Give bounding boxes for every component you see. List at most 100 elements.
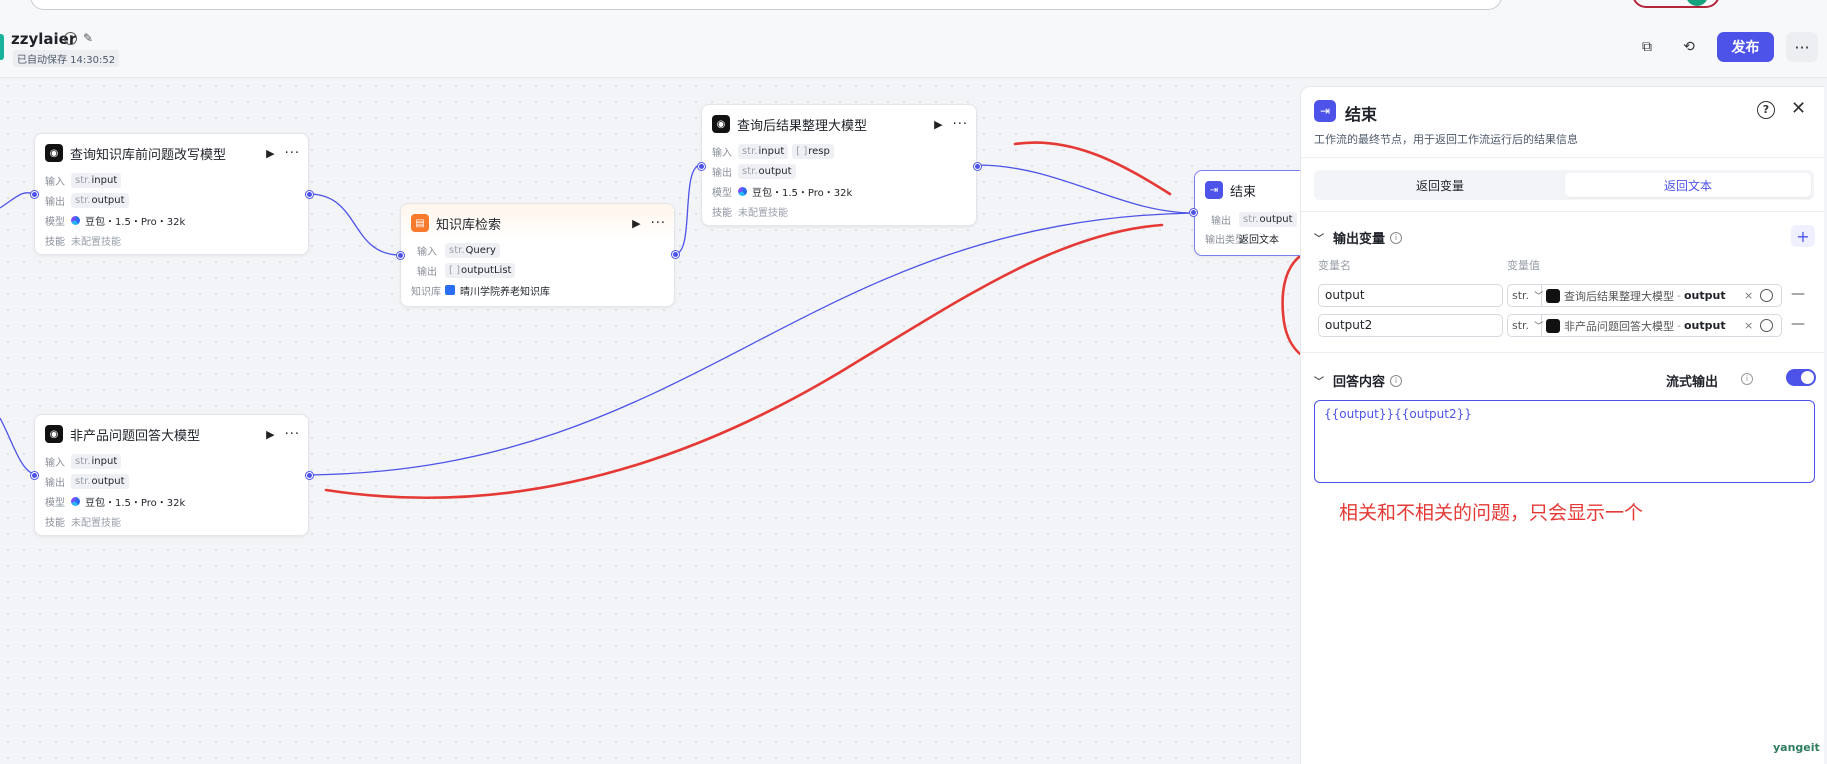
input-port[interactable] <box>698 163 705 170</box>
output-port[interactable] <box>306 191 313 198</box>
ref-separator: - <box>1677 319 1681 332</box>
kb-value: 晴川学院养老知识库 <box>460 286 550 298</box>
tab-return-variable[interactable]: 返回变量 <box>1317 173 1563 197</box>
more-icon[interactable]: ··· <box>953 117 968 132</box>
chevron-down-icon[interactable]: ﹀ <box>1314 230 1324 245</box>
output-tag: str.output <box>71 192 129 208</box>
section-title: 输出变量 <box>1333 232 1386 247</box>
end-node-icon: ⇥ <box>1314 100 1336 122</box>
panel-title: 结束 <box>1345 105 1378 124</box>
clear-icon[interactable]: × <box>1744 319 1753 332</box>
answer-content-header[interactable]: ﹀ 回答内容 i <box>1314 371 1403 390</box>
output-port[interactable] <box>306 472 313 479</box>
edit-icon[interactable]: ✎ <box>83 32 96 45</box>
input-label: 输入 <box>712 147 732 159</box>
app-accent-bar <box>0 34 4 60</box>
divider <box>1301 157 1825 158</box>
skill-label: 技能 <box>45 517 65 529</box>
search-bar[interactable] <box>30 0 1502 10</box>
info-icon[interactable]: i <box>1390 231 1403 244</box>
variable-name-input[interactable]: output <box>1318 284 1503 307</box>
input-port[interactable] <box>31 191 38 198</box>
variable-name-input[interactable]: output2 <box>1318 314 1503 337</box>
more-options-button[interactable]: ··· <box>1786 32 1818 62</box>
more-icon[interactable]: ··· <box>651 216 666 231</box>
llm-icon <box>1546 318 1560 333</box>
ref-separator: - <box>1677 289 1681 302</box>
output-tag: str.output <box>1239 211 1297 227</box>
user-menu[interactable] <box>1632 0 1720 8</box>
copy-icon[interactable]: ⧉ <box>1636 36 1658 58</box>
input-label: 输入 <box>45 176 65 188</box>
publish-button[interactable]: 发布 <box>1717 32 1774 62</box>
info-icon[interactable]: i <box>64 32 77 45</box>
input-port[interactable] <box>1190 209 1197 216</box>
divider <box>1301 352 1825 353</box>
answer-template-editor[interactable]: {{output}}{{output2}} <box>1314 400 1815 483</box>
model-label: 模型 <box>45 216 65 228</box>
node-knowledge-retrieval[interactable]: ▤ 知识库检索 ▶ ··· 输入 str.Query 输出 [ ]outputLis… <box>397 203 679 307</box>
node-nonproduct-model[interactable]: ◉ 非产品问题回答大模型 ▶ ··· 输入 str.input 输出 str.out… <box>31 414 313 536</box>
variable-type-select[interactable]: str. ﹀ <box>1507 284 1543 307</box>
target-icon[interactable] <box>1760 319 1773 332</box>
node-title: 查询知识库前问题改写模型 <box>70 147 227 163</box>
output-port[interactable] <box>672 251 679 258</box>
output-tag: [ ]outputList <box>445 262 516 278</box>
end-node-icon: ⇥ <box>1205 181 1223 199</box>
input-port[interactable] <box>397 252 404 259</box>
run-icon[interactable]: ▶ <box>266 147 274 160</box>
output-label: 输出 <box>417 266 437 278</box>
history-icon[interactable]: ⟲ <box>1678 36 1700 58</box>
annotation-text: 相关和不相关的问题，只会显示一个 <box>1339 502 1644 524</box>
stream-output-toggle[interactable] <box>1786 369 1816 386</box>
model-value: 豆包・1.5・Pro・32k <box>752 187 853 199</box>
run-icon[interactable]: ▶ <box>934 118 942 131</box>
ref-field-name: output <box>1683 289 1726 302</box>
output-port[interactable] <box>974 163 981 170</box>
info-icon[interactable]: i <box>1390 374 1403 387</box>
more-icon[interactable]: ··· <box>285 146 300 161</box>
watermark: yangeit <box>1773 741 1820 754</box>
knowledge-base-icon: ▤ <box>411 214 429 232</box>
add-variable-button[interactable]: + <box>1791 225 1815 247</box>
skill-value: 未配置技能 <box>71 517 121 529</box>
output-kind-value: 返回文本 <box>1239 234 1279 246</box>
remove-variable-button[interactable]: — <box>1791 316 1805 332</box>
variable-reference[interactable]: 查询后结果整理大模型 - output × <box>1542 284 1782 307</box>
skill-value: 未配置技能 <box>738 207 788 219</box>
run-icon[interactable]: ▶ <box>266 428 274 441</box>
skill-label: 技能 <box>712 207 732 219</box>
node-rewrite-model[interactable]: ◉ 查询知识库前问题改写模型 ▶ ··· 输入 str.input 输出 str.o… <box>31 133 313 255</box>
model-value: 豆包・1.5・Pro・32k <box>85 216 186 228</box>
output-variables-header[interactable]: ﹀ 输出变量 i <box>1314 228 1403 247</box>
model-label: 模型 <box>45 497 65 509</box>
output-label: 输出 <box>45 477 65 489</box>
tab-return-text[interactable]: 返回文本 <box>1565 173 1811 197</box>
node-title: 查询后结果整理大模型 <box>737 118 868 134</box>
chevron-down-icon[interactable]: ﹀ <box>1314 373 1324 388</box>
variable-type-select[interactable]: str. ﹀ <box>1507 314 1543 337</box>
clear-icon[interactable]: × <box>1744 289 1753 302</box>
return-mode-tabs: 返回变量 返回文本 <box>1314 170 1814 200</box>
more-icon[interactable]: ··· <box>285 427 300 442</box>
top-bar: zzylaier i ✎ 已自动保存 14:30:52 ⧉ ⟲ 发布 ··· <box>0 0 1827 78</box>
input-port[interactable] <box>31 472 38 479</box>
target-icon[interactable] <box>1760 289 1773 302</box>
help-icon[interactable]: ? <box>1757 101 1775 119</box>
output-label: 输出 <box>712 167 732 179</box>
dataset-icon <box>445 285 455 295</box>
close-icon[interactable]: ✕ <box>1791 98 1806 119</box>
stream-output-label: 流式输出 <box>1666 375 1719 390</box>
remove-variable-button[interactable]: — <box>1791 286 1805 302</box>
skill-label: 技能 <box>45 236 65 248</box>
doubao-icon <box>738 186 747 196</box>
section-title: 回答内容 <box>1333 375 1386 390</box>
variable-reference[interactable]: 非产品问题回答大模型 - output × <box>1542 314 1782 337</box>
autosave-status: 已自动保存 14:30:52 <box>13 50 120 67</box>
column-header-name: 变量名 <box>1318 259 1351 272</box>
info-icon[interactable]: i <box>1741 373 1753 385</box>
panel-description: 工作流的最终节点，用于返回工作流运行后的结果信息 <box>1314 133 1578 146</box>
node-summary-model[interactable]: ◉ 查询后结果整理大模型 ▶ ··· 输入 str.input[ ]resp 输出… <box>698 104 981 226</box>
ref-node-name: 非产品问题回答大模型 <box>1564 319 1674 333</box>
run-icon[interactable]: ▶ <box>632 217 640 230</box>
